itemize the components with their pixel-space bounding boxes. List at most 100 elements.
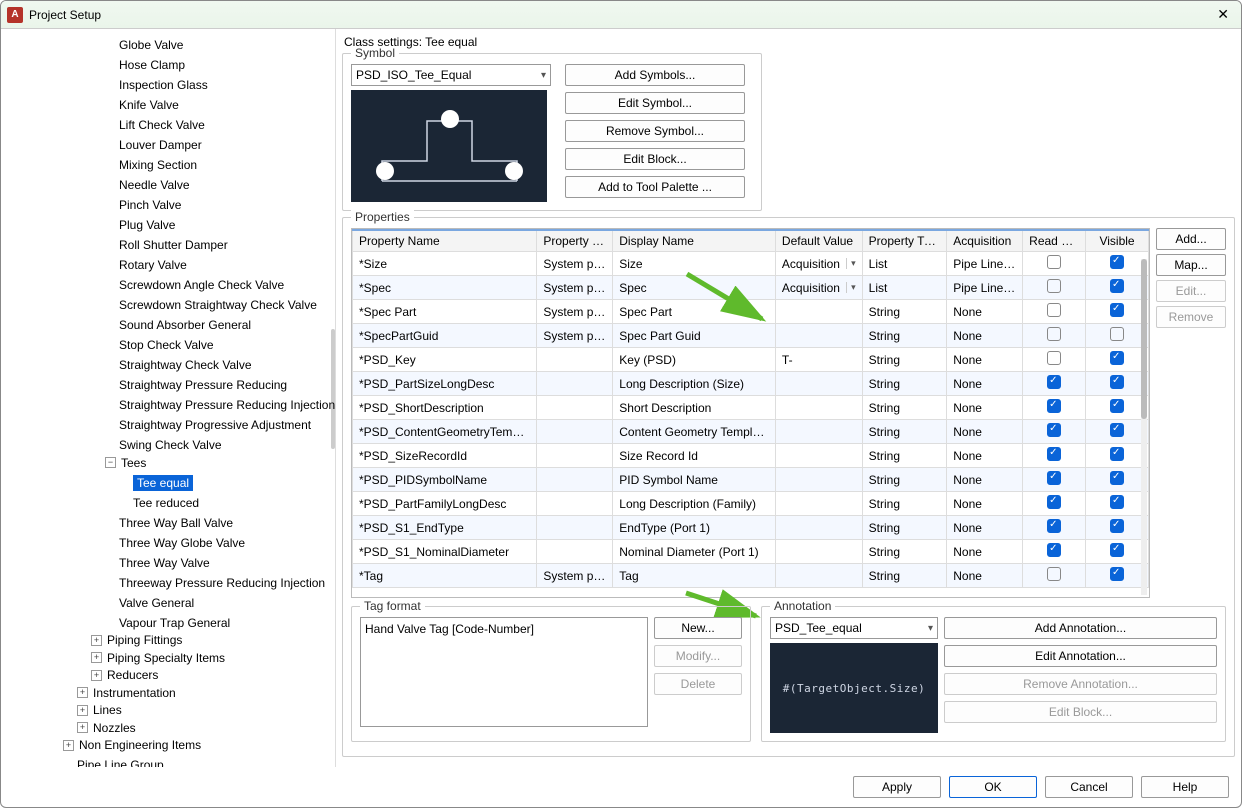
col-read-only[interactable]: Read Only [1023, 230, 1086, 252]
table-row[interactable]: *PSD_PartSizeLongDescLong Description (S… [353, 372, 1149, 396]
readonly-checkbox[interactable] [1047, 471, 1061, 485]
col-property-type[interactable]: Property Type [862, 230, 947, 252]
visible-checkbox[interactable] [1110, 495, 1124, 509]
cancel-button[interactable]: Cancel [1045, 776, 1133, 798]
expand-icon[interactable]: + [63, 740, 74, 751]
readonly-checkbox[interactable] [1047, 567, 1061, 581]
properties-table[interactable]: Property Name Property Description Displ… [351, 228, 1150, 598]
visible-checkbox[interactable] [1110, 423, 1124, 437]
table-row[interactable]: *TagSystem pr...TagStringNone [353, 564, 1149, 588]
tree-item[interactable]: Three Way Ball Valve [103, 515, 235, 531]
nav-tree[interactable]: Globe Valve Hose Clamp Inspection Glass Kni… [1, 29, 336, 767]
tree-item[interactable]: Needle Valve [103, 177, 192, 193]
visible-checkbox[interactable] [1110, 351, 1124, 365]
table-row[interactable]: *SpecSystem pr...SpecAcquisition▾ListPip… [353, 276, 1149, 300]
tag-new-button[interactable]: New... [654, 617, 742, 639]
tree-item[interactable]: Plug Valve [103, 217, 177, 233]
tree-item[interactable]: Threeway Pressure Reducing Injection [103, 575, 327, 591]
visible-checkbox[interactable] [1110, 567, 1124, 581]
tree-item[interactable]: Straightway Pressure Reducing Injection [103, 397, 336, 413]
add-to-palette-button[interactable]: Add to Tool Palette ... [565, 176, 745, 198]
visible-checkbox[interactable] [1110, 303, 1124, 317]
visible-checkbox[interactable] [1110, 519, 1124, 533]
property-map-button[interactable]: Map... [1156, 254, 1226, 276]
add-symbols-button[interactable]: Add Symbols... [565, 64, 745, 86]
annotation-combo[interactable]: PSD_Tee_equal▾ [770, 617, 938, 639]
readonly-checkbox[interactable] [1047, 279, 1061, 293]
tree-item[interactable]: Straightway Check Valve [103, 357, 254, 373]
tree-item[interactable]: Tee equal [117, 475, 195, 491]
tree-item[interactable]: +Non Engineering Items [61, 737, 203, 753]
readonly-checkbox[interactable] [1047, 303, 1061, 317]
tree-item[interactable]: Screwdown Angle Check Valve [103, 277, 286, 293]
table-row[interactable]: *PSD_ShortDescriptionShort DescriptionSt… [353, 396, 1149, 420]
tree-item[interactable]: Swing Check Valve [103, 437, 224, 453]
collapse-icon[interactable]: − [105, 457, 116, 468]
tree-item[interactable]: Mixing Section [103, 157, 199, 173]
expand-icon[interactable]: + [91, 635, 102, 646]
tree-item[interactable]: Straightway Progressive Adjustment [103, 417, 313, 433]
edit-block-button[interactable]: Edit Block... [565, 148, 745, 170]
ok-button[interactable]: OK [949, 776, 1037, 798]
apply-button[interactable]: Apply [853, 776, 941, 798]
table-row[interactable]: *PSD_S1_NominalDiameterNominal Diameter … [353, 540, 1149, 564]
help-button[interactable]: Help [1141, 776, 1229, 798]
tree-item[interactable]: Hose Clamp [103, 57, 187, 73]
tree-item[interactable]: Vapour Trap General [103, 615, 232, 631]
tree-item[interactable]: +Lines [75, 702, 124, 718]
readonly-checkbox[interactable] [1047, 447, 1061, 461]
expand-icon[interactable]: + [77, 687, 88, 698]
visible-checkbox[interactable] [1110, 543, 1124, 557]
tree-item[interactable]: Three Way Globe Valve [103, 535, 247, 551]
col-property-name[interactable]: Property Name [353, 230, 537, 252]
remove-symbol-button[interactable]: Remove Symbol... [565, 120, 745, 142]
readonly-checkbox[interactable] [1047, 327, 1061, 341]
tag-format-editor[interactable]: Hand Valve Tag [Code-Number] [360, 617, 648, 727]
table-row[interactable]: *PSD_KeyKey (PSD)T-StringNone [353, 348, 1149, 372]
tree-item[interactable]: Sound Absorber General [103, 317, 253, 333]
table-row[interactable]: *PSD_PartFamilyLongDescLong Description … [353, 492, 1149, 516]
tree-item[interactable]: +Instrumentation [75, 685, 178, 701]
col-property-desc[interactable]: Property Description [537, 230, 613, 252]
visible-checkbox[interactable] [1110, 471, 1124, 485]
visible-checkbox[interactable] [1110, 279, 1124, 293]
readonly-checkbox[interactable] [1047, 543, 1061, 557]
tree-item[interactable]: Tee reduced [117, 495, 201, 511]
table-row[interactable]: *Spec PartSystem pr...Spec PartStringNon… [353, 300, 1149, 324]
table-row[interactable]: *SpecPartGuidSystem pr...Spec Part GuidS… [353, 324, 1149, 348]
col-acquisition[interactable]: Acquisition [947, 230, 1023, 252]
symbol-combo[interactable]: PSD_ISO_Tee_Equal▾ [351, 64, 551, 86]
readonly-checkbox[interactable] [1047, 375, 1061, 389]
col-visible[interactable]: Visible [1086, 230, 1149, 252]
tree-item[interactable]: Rotary Valve [103, 257, 189, 273]
tree-item[interactable]: Knife Valve [103, 97, 181, 113]
visible-checkbox[interactable] [1110, 399, 1124, 413]
tree-item[interactable]: Globe Valve [103, 37, 185, 53]
edit-annotation-button[interactable]: Edit Annotation... [944, 645, 1217, 667]
col-display-name[interactable]: Display Name [613, 230, 776, 252]
tree-item[interactable]: Pinch Valve [103, 197, 183, 213]
property-add-button[interactable]: Add... [1156, 228, 1226, 250]
properties-scrollbar[interactable] [1141, 259, 1147, 595]
expand-icon[interactable]: + [77, 705, 88, 716]
visible-checkbox[interactable] [1110, 375, 1124, 389]
tree-item[interactable]: Three Way Valve [103, 555, 212, 571]
tree-item[interactable]: Louver Damper [103, 137, 204, 153]
readonly-checkbox[interactable] [1047, 519, 1061, 533]
readonly-checkbox[interactable] [1047, 423, 1061, 437]
tree-item[interactable]: +Piping Specialty Items [89, 650, 227, 666]
expand-icon[interactable]: + [77, 722, 88, 733]
tree-node-tees[interactable]: − Tees [103, 455, 148, 471]
table-row[interactable]: *PSD_ContentGeometryTemplateContent Geom… [353, 420, 1149, 444]
readonly-checkbox[interactable] [1047, 399, 1061, 413]
visible-checkbox[interactable] [1110, 255, 1124, 269]
edit-symbol-button[interactable]: Edit Symbol... [565, 92, 745, 114]
add-annotation-button[interactable]: Add Annotation... [944, 617, 1217, 639]
visible-checkbox[interactable] [1110, 327, 1124, 341]
readonly-checkbox[interactable] [1047, 351, 1061, 365]
tree-item[interactable]: Roll Shutter Damper [103, 237, 230, 253]
expand-icon[interactable]: + [91, 652, 102, 663]
readonly-checkbox[interactable] [1047, 255, 1061, 269]
tree-item[interactable]: Pipe Line Group [61, 757, 166, 767]
tree-item[interactable]: Inspection Glass [103, 77, 210, 93]
